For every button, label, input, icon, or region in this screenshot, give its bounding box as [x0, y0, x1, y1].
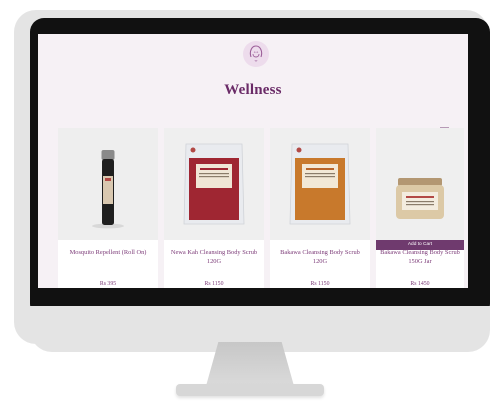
product-price: Rs 1450: [410, 281, 430, 287]
orange-scrub-pouch-image: [270, 128, 370, 240]
roll-on-bottle-image: [58, 128, 158, 240]
product-price: Rs 1150: [310, 281, 330, 287]
product-name[interactable]: Mosquito Repellent (Roll On): [62, 248, 154, 257]
page-title: Wellness: [224, 82, 282, 98]
product-name[interactable]: Newa Kah Cleansing Body Scrub 120G: [168, 248, 260, 266]
product-image[interactable]: [376, 128, 464, 240]
product-card[interactable]: Mosquito Repellent (Roll On) Rs 395: [58, 128, 158, 288]
scrub-jar-image: [376, 128, 464, 240]
product-price: Rs 1150: [204, 281, 224, 287]
red-scrub-pouch-image: [164, 128, 264, 240]
product-card[interactable]: Add to Cart Bakawa Cleansing Body Scrub …: [376, 128, 464, 288]
product-price: Rs 395: [99, 281, 117, 287]
product-card[interactable]: Newa Kah Cleansing Body Scrub 120G Rs 11…: [164, 128, 264, 288]
product-name[interactable]: Bakawa Cleansing Body Scrub 150G Jar: [380, 248, 460, 266]
woman-face-logo-icon[interactable]: [242, 40, 270, 68]
product-grid: Mosquito Repellent (Roll On) Rs 395 Newa…: [58, 128, 468, 288]
woman-face-logo-icon: [243, 41, 269, 67]
product-card[interactable]: Bakawa Cleansing Body Scrub 120G Rs 1150: [270, 128, 370, 288]
monitor-stand-neck: [206, 342, 294, 386]
monitor-stand-base: [176, 384, 324, 396]
product-image[interactable]: [58, 128, 158, 240]
product-image[interactable]: [270, 128, 370, 240]
screen: Wellness Mosquito Repellent (Roll On) Rs…: [38, 34, 468, 288]
product-name[interactable]: Bakawa Cleansing Body Scrub 120G: [274, 248, 366, 266]
product-image[interactable]: [164, 128, 264, 240]
